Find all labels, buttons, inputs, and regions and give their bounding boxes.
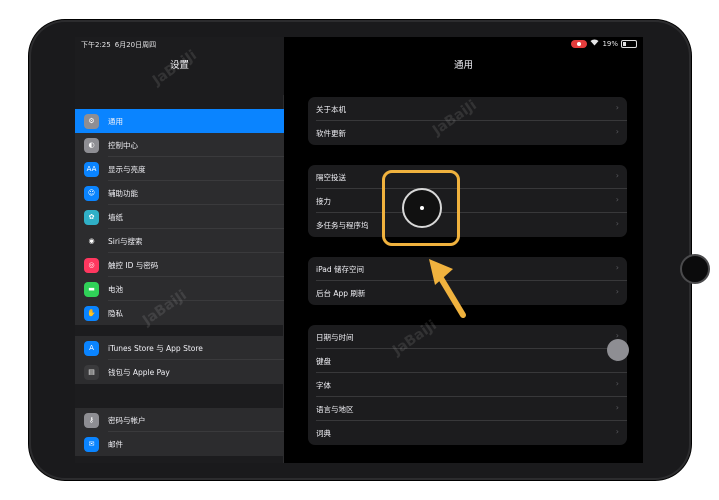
chevron-right-icon: › [615, 403, 619, 412]
settings-row-label: 软件更新 [316, 128, 346, 138]
sidebar-item-label: Siri与搜索 [108, 236, 143, 246]
gear-icon: ⚙ [84, 113, 99, 129]
assistive-touch-button[interactable] [402, 188, 442, 228]
sidebar-item-label: iTunes Store 与 App Store [108, 343, 203, 353]
settings-row[interactable]: 语言与地区 › [308, 397, 627, 421]
sidebar-item-label: 邮件 [108, 439, 123, 449]
settings-row[interactable]: 隔空投送 › [308, 165, 627, 189]
screen-recording-icon [571, 39, 588, 48]
chevron-right-icon: › [615, 379, 619, 388]
floating-touch-indicator [607, 339, 629, 361]
settings-row-label: 关于本机 [316, 104, 346, 114]
sidebar-item[interactable]: AiTunes Store 与 App Store [75, 336, 284, 360]
sidebar-group: AiTunes Store 与 App Store ▤ 钱包与 Apple Pay [75, 336, 284, 384]
sidebar-item[interactable]: ▤ 钱包与 Apple Pay [75, 360, 284, 384]
sidebar-item-label: 隐私 [108, 308, 123, 318]
settings-row[interactable]: 键盘› [308, 349, 627, 373]
settings-row-label: 后台 App 刷新 [316, 288, 366, 298]
control-center-icon: ◐ [84, 137, 99, 153]
settings-row[interactable]: 日期与时间 › [308, 325, 627, 349]
sidebar-group: ⚷ 密码与帐户 ✉ 邮件 [75, 408, 284, 456]
settings-row-label: 键盘 [316, 356, 331, 366]
settings-row-label: 隔空投送 [316, 172, 346, 182]
sidebar-item[interactable]: ⚙ 通用 [75, 109, 284, 133]
sidebar-item-label: 墙纸 [108, 212, 123, 222]
chevron-right-icon: › [615, 263, 619, 272]
sidebar-item-label: 显示与亮度 [108, 164, 146, 174]
sidebar-item-label: 钱包与 Apple Pay [108, 367, 170, 377]
sidebar-item-label: 电池 [108, 284, 123, 294]
chevron-right-icon: › [615, 195, 619, 204]
pointer-arrow-icon [429, 259, 466, 318]
sidebar-item[interactable]: ◐ 控制中心 [75, 133, 284, 157]
settings-sidebar: 设置 ⚙ 通用 ◐ 控制中心 AA 显示与亮度 ☺ 辅助功能 ✿ 墙纸 ◉ Siri与搜索 ◎ 触控 ID… [75, 37, 284, 463]
wallpaper-icon: ✿ [84, 209, 99, 225]
app-store-icon: A [84, 340, 99, 356]
home-button[interactable] [680, 254, 710, 284]
privacy-hand-icon: ✋ [84, 305, 99, 321]
settings-row[interactable]: 软件更新 › [308, 121, 627, 145]
status-date: 6月20日周四 [114, 41, 157, 49]
settings-row-label: 词典 [316, 428, 331, 438]
sidebar-item-label: 控制中心 [108, 140, 138, 150]
settings-group: 隔空投送 › 接力 › 多任务与程序坞 › [308, 165, 627, 237]
sidebar-item[interactable]: ⚷ 密码与帐户 [75, 408, 284, 432]
siri-icon: ◉ [84, 233, 99, 249]
settings-row-label: 多任务与程序坞 [316, 220, 369, 230]
sidebar-item-label: 辅助功能 [108, 188, 138, 198]
accessibility-icon: ☺ [84, 185, 99, 201]
touch-id-icon: ◎ [84, 257, 99, 273]
wifi-icon [590, 39, 599, 48]
settings-row-label: 日期与时间 [316, 332, 354, 342]
settings-row-label: iPad 储存空间 [316, 264, 365, 274]
mail-icon: ✉ [84, 436, 99, 452]
sidebar-item[interactable]: AA 显示与亮度 [75, 157, 284, 181]
display-brightness-icon: AA [84, 161, 99, 177]
settings-row-label: 语言与地区 [316, 404, 354, 414]
settings-row-label: 字体 [316, 380, 331, 390]
key-icon: ⚷ [84, 412, 99, 428]
settings-row[interactable]: 多任务与程序坞 › [308, 213, 627, 237]
chevron-right-icon: › [615, 427, 619, 436]
chevron-right-icon: › [615, 219, 619, 228]
detail-title: 通用 [453, 60, 473, 71]
sidebar-item[interactable]: ☺ 辅助功能 [75, 181, 284, 205]
sidebar-item[interactable]: ◉ Siri与搜索 [75, 229, 284, 253]
wallet-icon: ▤ [84, 364, 99, 380]
status-time: 下午2:25 [81, 41, 111, 49]
settings-row[interactable]: 字体 › [308, 373, 627, 397]
settings-row[interactable]: 词典 › [308, 421, 627, 445]
sidebar-item[interactable]: ✿ 墙纸 [75, 205, 284, 229]
sidebar-item-label: 密码与帐户 [108, 415, 146, 425]
settings-row[interactable]: 接力 › [308, 189, 627, 213]
sidebar-item[interactable]: ✉ 邮件 [75, 432, 284, 456]
chevron-right-icon: › [615, 171, 619, 180]
settings-row-label: 接力 [316, 196, 331, 206]
battery-percent: 19% [602, 39, 618, 48]
battery-level-icon [621, 39, 637, 48]
chevron-right-icon: › [615, 127, 619, 136]
status-bar: 下午2:25 6月20日周四 19% [75, 37, 643, 51]
ipad-screen: 下午2:25 6月20日周四 19% 设置 ⚙ 通用 ◐ 控制中心 AA 显示与亮度 ☺ 辅助… [75, 37, 643, 463]
settings-group: 日期与时间›键盘› 字体 › 语言与地区 › 词典 › [308, 325, 627, 445]
chevron-right-icon: › [615, 103, 619, 112]
sidebar-item-label: 通用 [108, 116, 123, 126]
battery-icon: ▬ [84, 281, 99, 297]
sidebar-item-label: 触控 ID 与密码 [108, 260, 159, 270]
chevron-right-icon: › [615, 287, 619, 296]
sidebar-item[interactable]: ◎ 触控 ID 与密码 [75, 253, 284, 277]
